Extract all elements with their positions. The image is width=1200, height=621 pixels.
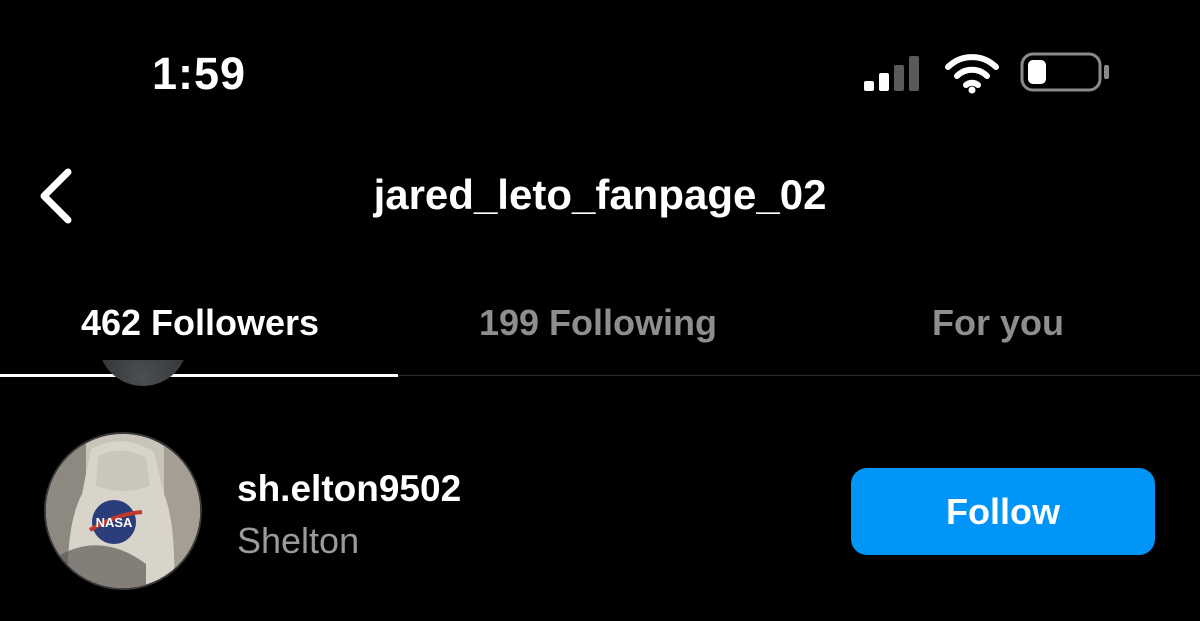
chevron-left-icon [40,168,72,224]
battery-icon [1020,52,1109,92]
cellular-signal-icon [864,56,919,91]
page-title: jared_leto_fanpage_02 [373,171,827,218]
status-bar: 1:59 [0,0,1200,140]
avatar-logo-text: NASA [96,515,133,530]
list-item[interactable]: NASA sh.elton9502 Shelton Follow [0,420,1200,610]
avatar[interactable]: NASA [44,432,202,590]
tab-following[interactable]: 199 Following [398,270,798,375]
tab-followers[interactable]: 462 Followers [0,270,400,377]
previous-avatar-partial[interactable] [98,360,188,386]
full-name: Shelton [237,520,360,561]
avatar-photo: NASA [46,434,200,588]
active-tab-indicator [0,374,398,377]
username[interactable]: sh.elton9502 [237,468,461,510]
status-time: 1:59 [152,48,247,99]
nav-header: jared_leto_fanpage_02 [0,150,1200,240]
follow-button[interactable]: Follow [851,468,1155,555]
tab-for-you[interactable]: For you [798,270,1198,375]
back-button[interactable] [28,166,84,226]
wifi-icon [945,54,999,94]
